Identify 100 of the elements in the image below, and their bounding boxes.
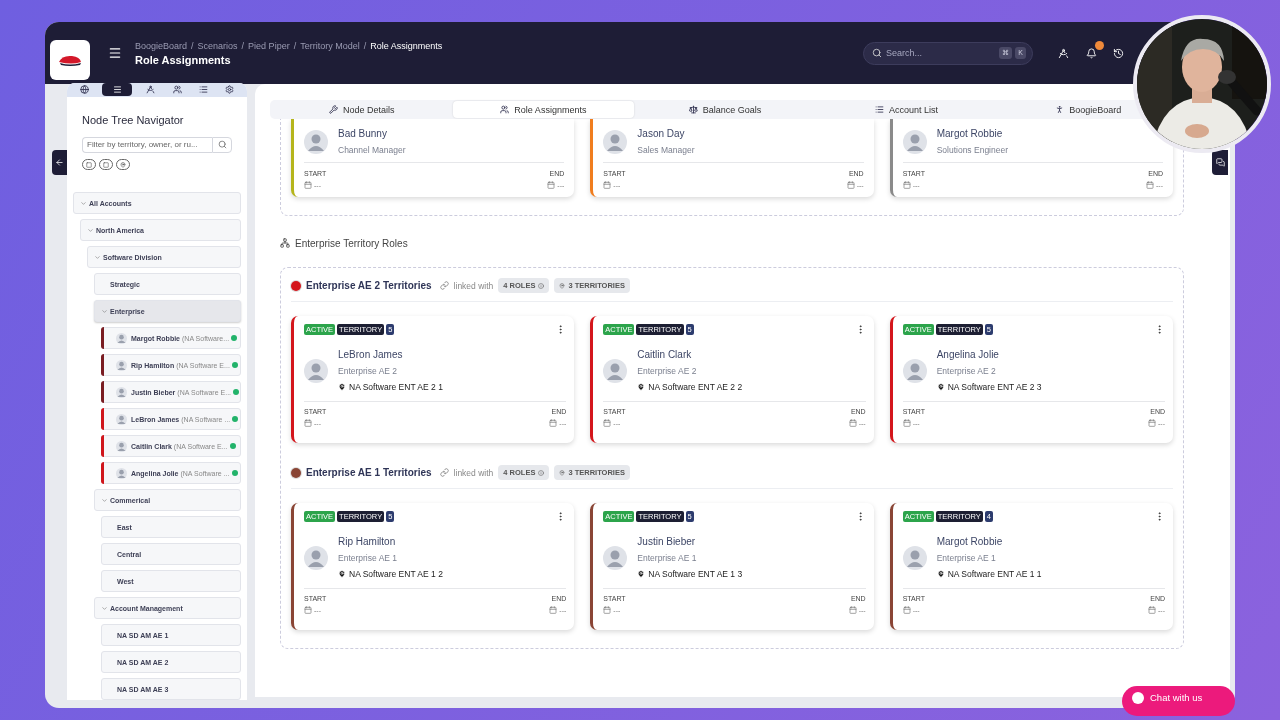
menu-icon: [113, 85, 122, 95]
link-icon: [439, 468, 449, 477]
breadcrumb-separator: /: [241, 40, 245, 51]
search-icon: [872, 47, 882, 58]
breadcrumb-link[interactable]: Scenarios: [197, 40, 238, 51]
role-title: Enterprise AE 1: [637, 553, 698, 563]
filter-field[interactable]: Filter by territory, owner, or ru...: [82, 136, 212, 153]
avatar-icon: [116, 359, 127, 371]
breadcrumb-link[interactable]: Pied Piper: [248, 40, 290, 51]
section-title: Enterprise Territory Roles: [295, 237, 408, 249]
role-title: Enterprise AE 2: [338, 366, 399, 376]
filter-chip[interactable]: [116, 159, 130, 170]
avatar-icon: [116, 467, 127, 479]
pin-icon: [120, 161, 126, 168]
history-button[interactable]: [1113, 47, 1124, 59]
role-title: Enterprise AE 2: [936, 366, 997, 376]
calendar-icon: [902, 606, 911, 614]
linked-label: linked with: [453, 467, 494, 478]
view-tab[interactable]: Node Details: [329, 101, 395, 118]
group-title: Enterprise AE 2 Territories: [306, 280, 432, 291]
view-tab[interactable]: Account List: [875, 101, 939, 118]
calendar-icon: [549, 606, 558, 614]
calendar-icon: [603, 419, 612, 427]
view-tab[interactable]: Role Assignments: [452, 101, 635, 118]
person-name: Caitlin Clark: [637, 349, 693, 360]
calendar-icon: [304, 606, 312, 614]
calendar-icon: [549, 419, 558, 427]
menu-icon: [108, 46, 122, 60]
calendar-icon: [603, 181, 612, 189]
pin-icon: [936, 570, 945, 578]
person-name: Margot Robbie: [936, 536, 1004, 547]
calendar-icon: [902, 181, 911, 189]
status-dot: [233, 389, 240, 395]
calendar-icon: [603, 606, 612, 614]
status-dot: [231, 470, 238, 476]
pin-icon: [338, 383, 346, 391]
calendar-icon: [1146, 181, 1154, 189]
avatar-icon: [603, 129, 628, 154]
pin-icon: [936, 383, 945, 391]
calendar-icon: [846, 181, 855, 189]
search-button[interactable]: [212, 136, 232, 153]
info-icon: [538, 282, 545, 289]
territory-name: NA Software ENT AE 1 1: [947, 569, 1042, 579]
figure-icon: [1055, 105, 1065, 114]
person-name: Margot Robbie: [936, 128, 1004, 139]
calendar-icon: [848, 606, 857, 614]
breadcrumb-separator: /: [191, 40, 194, 51]
person-name: Rip Hamilton: [338, 536, 397, 547]
navigator-tab[interactable]: [102, 83, 133, 97]
territory-name: NA Software ENT AE 2 3: [947, 382, 1042, 392]
chat-bubbles-icon: [1215, 158, 1225, 167]
info-icon: [538, 469, 545, 476]
collapse-button[interactable]: [52, 150, 67, 175]
breadcrumb-link[interactable]: Territory Model: [300, 40, 360, 51]
logo[interactable]: [50, 40, 90, 80]
avatar-icon: [304, 545, 328, 570]
notifications-button[interactable]: [1086, 47, 1097, 59]
compass-icon: [1058, 47, 1069, 59]
calendar-icon: [547, 181, 556, 189]
tools-icon: [329, 105, 339, 114]
people-icon: [500, 105, 510, 114]
avatar-icon: [116, 440, 127, 452]
status-dot: [231, 362, 238, 368]
breadcrumb-separator: /: [293, 40, 297, 51]
filter-chip[interactable]: [82, 159, 96, 170]
chat-button[interactable]: Chat with us: [1122, 686, 1235, 716]
chat-panel-button[interactable]: [1212, 150, 1228, 175]
breadcrumb-link[interactable]: BoogieBoard: [135, 40, 188, 51]
pin-icon: [559, 282, 566, 289]
view-tab[interactable]: BoogieBoard: [1055, 101, 1122, 118]
logo-icon: [58, 54, 82, 66]
settings-icon: [225, 85, 235, 95]
navigator-title: Node Tree Navigator: [82, 113, 185, 126]
role-title: Channel Manager: [338, 145, 406, 155]
notification-badge: [1095, 40, 1104, 50]
calendar-icon: [304, 181, 312, 189]
globe-icon: [79, 85, 89, 95]
role-title: Sales Manager: [637, 145, 695, 155]
person-name: Bad Bunny: [338, 128, 388, 139]
view-tab[interactable]: Balance Goals: [688, 101, 762, 118]
avatar-icon: [902, 358, 927, 383]
filter-chip[interactable]: [99, 159, 113, 170]
avatar-icon: [304, 129, 328, 154]
avatar-icon: [116, 386, 127, 398]
role-title: Enterprise AE 2: [637, 366, 698, 376]
people-icon: [172, 85, 182, 95]
territory-name: NA Software ENT AE 2 1: [349, 382, 443, 392]
role-title: Enterprise AE 1: [338, 553, 399, 563]
pin-icon: [637, 383, 646, 391]
breadcrumb-separator: /: [363, 40, 367, 51]
calendar-icon: [1148, 606, 1156, 614]
page-title: Role Assignments: [135, 53, 232, 66]
breadcrumb-link[interactable]: Role Assignments: [370, 40, 443, 51]
avatar-icon: [116, 413, 127, 425]
menu-button[interactable]: [108, 46, 122, 60]
avatar-icon: [116, 332, 127, 344]
compass-button[interactable]: [1058, 47, 1069, 59]
chat-icon: [1132, 692, 1144, 704]
list-icon: [198, 85, 208, 95]
avatar-icon: [603, 358, 628, 383]
